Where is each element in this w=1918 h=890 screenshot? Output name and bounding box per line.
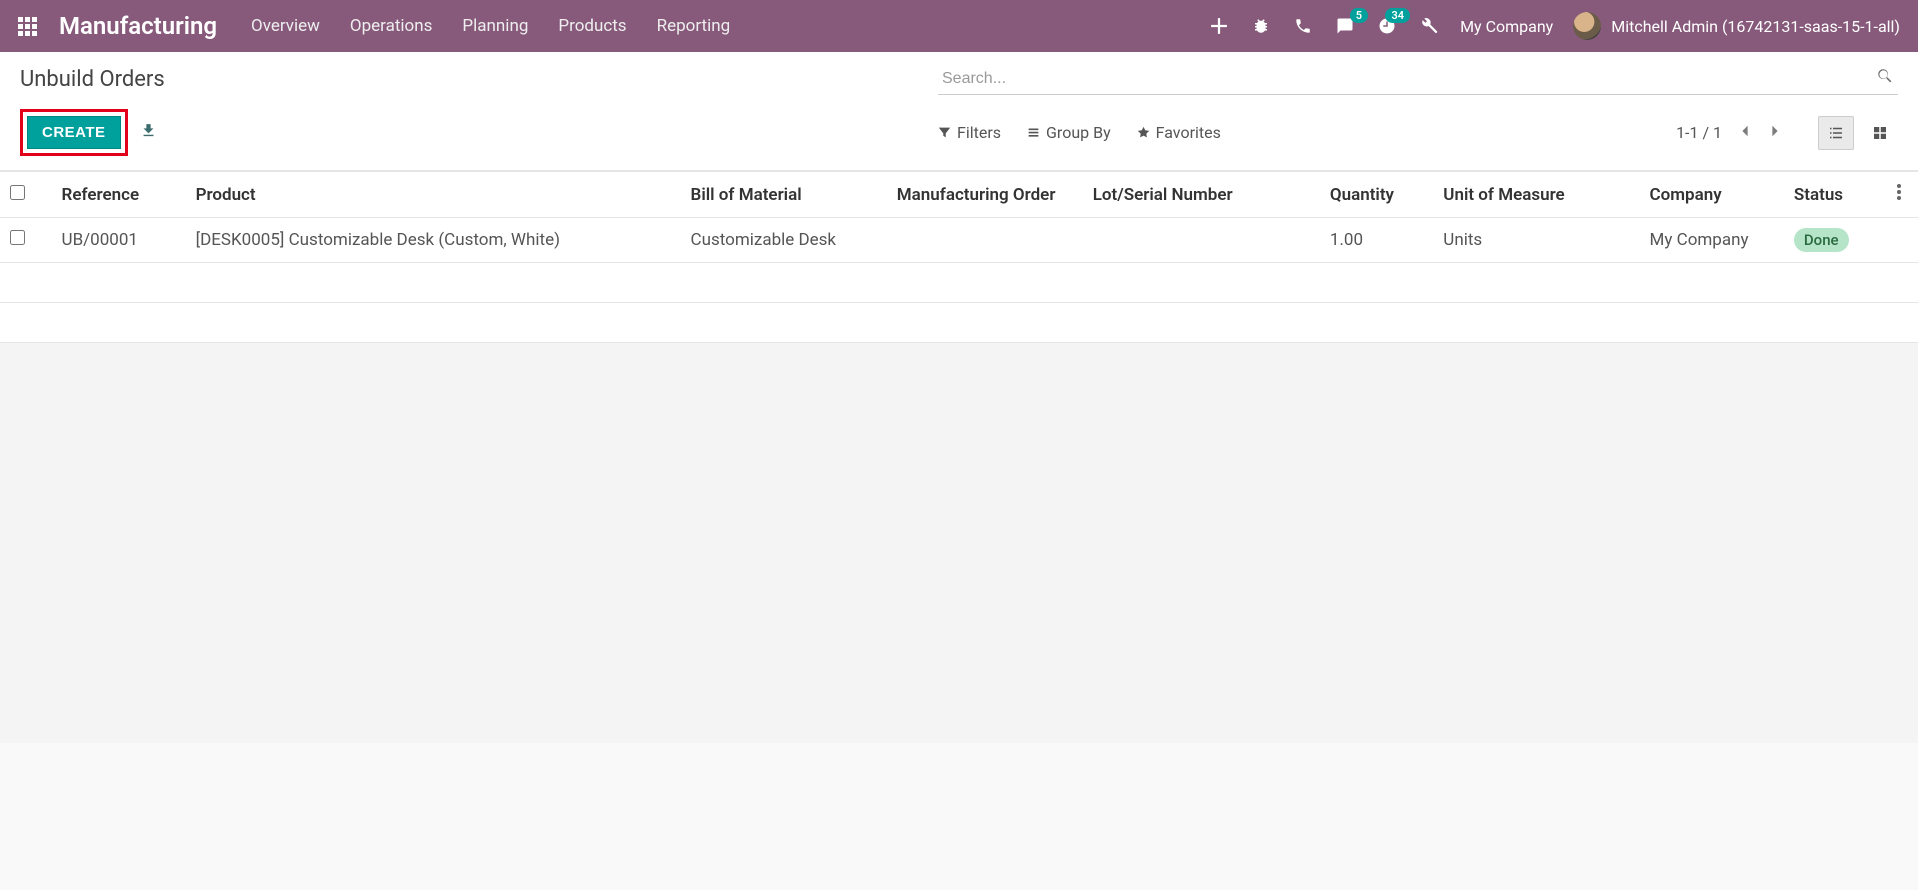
pager-text: 1-1 / 1 xyxy=(1676,123,1722,142)
plus-icon[interactable] xyxy=(1208,15,1230,37)
export-icon[interactable] xyxy=(140,122,157,143)
favorites-button[interactable]: Favorites xyxy=(1137,123,1221,142)
table-row[interactable]: UB/00001 [DESK0005] Customizable Desk (C… xyxy=(0,218,1918,263)
groupby-label: Group By xyxy=(1046,123,1111,142)
avatar xyxy=(1573,12,1601,40)
th-lot[interactable]: Lot/Serial Number xyxy=(1083,172,1320,218)
th-product[interactable]: Product xyxy=(186,172,681,218)
unbuild-table: Reference Product Bill of Material Manuf… xyxy=(0,171,1918,343)
filters-button[interactable]: Filters xyxy=(938,123,1001,142)
menu-reporting[interactable]: Reporting xyxy=(657,16,731,36)
cell-lot xyxy=(1083,218,1320,263)
cell-bom: Customizable Desk xyxy=(681,218,887,263)
search-input[interactable] xyxy=(938,64,1898,95)
table-header-row: Reference Product Bill of Material Manuf… xyxy=(0,172,1918,218)
bug-icon[interactable] xyxy=(1250,15,1272,37)
list-view: Reference Product Bill of Material Manuf… xyxy=(0,171,1918,343)
view-kanban-button[interactable] xyxy=(1862,116,1898,150)
search-options: Filters Group By Favorites xyxy=(938,123,1221,142)
status-badge: Done xyxy=(1794,228,1849,252)
view-switcher xyxy=(1818,116,1898,150)
th-status[interactable]: Status xyxy=(1784,172,1887,218)
menu-overview[interactable]: Overview xyxy=(251,16,320,36)
favorites-label: Favorites xyxy=(1156,123,1221,142)
menu-operations[interactable]: Operations xyxy=(350,16,433,36)
select-all-checkbox[interactable] xyxy=(10,185,25,200)
th-qty[interactable]: Quantity xyxy=(1320,172,1433,218)
view-list-button[interactable] xyxy=(1818,116,1854,150)
th-uom[interactable]: Unit of Measure xyxy=(1433,172,1639,218)
phone-icon[interactable] xyxy=(1292,15,1314,37)
app-brand[interactable]: Manufacturing xyxy=(59,12,217,40)
search-icon[interactable] xyxy=(1876,67,1894,89)
th-reference[interactable]: Reference xyxy=(52,172,186,218)
cell-uom: Units xyxy=(1433,218,1639,263)
table-footer xyxy=(0,303,1918,343)
control-panel: Unbuild Orders CREATE Filters Group By xyxy=(0,52,1918,171)
pager-prev[interactable] xyxy=(1738,123,1752,142)
messages-icon[interactable]: 5 xyxy=(1334,15,1356,37)
th-options[interactable] xyxy=(1887,172,1918,218)
tools-icon[interactable] xyxy=(1418,15,1440,37)
create-highlight: CREATE xyxy=(20,109,128,156)
search-container xyxy=(938,64,1898,95)
table-spacer xyxy=(0,263,1918,303)
user-name: Mitchell Admin (16742131-saas-15-1-all) xyxy=(1611,17,1900,36)
cell-reference: UB/00001 xyxy=(52,218,186,263)
apps-icon[interactable] xyxy=(18,17,37,36)
cell-company: My Company xyxy=(1640,218,1784,263)
row-checkbox[interactable] xyxy=(10,230,25,245)
user-menu[interactable]: Mitchell Admin (16742131-saas-15-1-all) xyxy=(1573,12,1900,40)
breadcrumb: Unbuild Orders xyxy=(20,67,165,92)
activities-badge: 34 xyxy=(1385,8,1410,23)
navbar-right: 5 34 My Company Mitchell Admin (16742131… xyxy=(1208,12,1900,40)
messages-badge: 5 xyxy=(1350,8,1368,23)
empty-area xyxy=(0,343,1918,743)
pager-next[interactable] xyxy=(1768,123,1782,142)
th-bom[interactable]: Bill of Material xyxy=(681,172,887,218)
filters-label: Filters xyxy=(957,123,1001,142)
cell-product: [DESK0005] Customizable Desk (Custom, Wh… xyxy=(186,218,681,263)
main-menu: Overview Operations Planning Products Re… xyxy=(251,16,730,36)
th-company[interactable]: Company xyxy=(1640,172,1784,218)
create-button[interactable]: CREATE xyxy=(27,116,121,149)
menu-planning[interactable]: Planning xyxy=(462,16,528,36)
activities-icon[interactable]: 34 xyxy=(1376,15,1398,37)
menu-products[interactable]: Products xyxy=(558,16,626,36)
top-navbar: Manufacturing Overview Operations Planni… xyxy=(0,0,1918,52)
cell-status: Done xyxy=(1784,218,1887,263)
groupby-button[interactable]: Group By xyxy=(1027,123,1111,142)
pager: 1-1 / 1 xyxy=(1676,123,1782,142)
th-mo[interactable]: Manufacturing Order xyxy=(887,172,1083,218)
company-switcher[interactable]: My Company xyxy=(1460,17,1553,36)
cell-mo xyxy=(887,218,1083,263)
cell-qty: 1.00 xyxy=(1320,218,1433,263)
